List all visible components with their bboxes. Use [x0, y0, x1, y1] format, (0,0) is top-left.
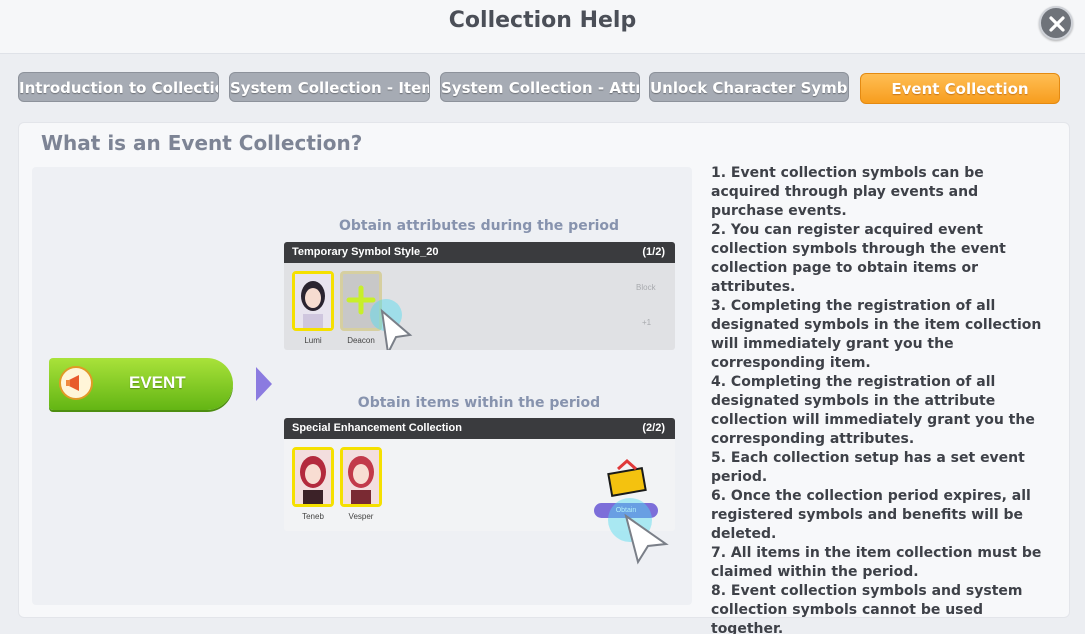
page-title: Collection Help [448, 8, 637, 33]
rule-item: 1. Event collection symbols can be acqui… [711, 165, 984, 219]
chevron-right-icon [256, 367, 272, 401]
character-portrait-icon [295, 450, 331, 504]
close-button[interactable] [1039, 6, 1073, 40]
event-label: EVENT [129, 373, 186, 392]
card-count: (2/2) [642, 422, 665, 434]
rule-item: 5. Each collection setup has a set event… [711, 450, 1025, 485]
rule-item: 3. Completing the registration of all de… [711, 298, 1042, 371]
symbol-name: Vesper [348, 512, 374, 521]
close-icon [1049, 16, 1065, 32]
caption-attributes: Obtain attributes during the period [338, 218, 620, 234]
rule-item: 8. Event collection symbols and system c… [711, 583, 1023, 634]
rule-item: 6. Once the collection period expires, a… [711, 488, 1031, 542]
section-heading: What is an Event Collection? [41, 131, 363, 155]
tab-event-collection[interactable]: Event Collection [860, 73, 1060, 104]
tab-introduction[interactable]: Introduction to Collections [18, 72, 219, 102]
symbol-name: Lumi [304, 336, 322, 345]
gift-box-icon [607, 458, 647, 497]
symbol-card [292, 271, 334, 331]
event-button-illustration: EVENT [49, 358, 233, 410]
rule-item: 2. You can register acquired event colle… [711, 222, 1006, 295]
cursor-icon [370, 299, 413, 350]
attribute-value: +1 [642, 318, 652, 327]
cursor-icon [608, 498, 669, 565]
card-header: Temporary Symbol Style_20 (1/2) [284, 242, 675, 263]
symbol-card [340, 447, 382, 507]
header-bar: Collection Help [0, 0, 1085, 54]
rules-list: 1. Event collection symbols can be acqui… [711, 164, 1051, 634]
attribute-label: Block [636, 283, 656, 292]
card-title: Special Enhancement Collection [292, 422, 462, 434]
rule-item: 4. Completing the registration of all de… [711, 374, 1035, 447]
megaphone-icon [59, 366, 93, 400]
attribute-collection-card: Temporary Symbol Style_20 (1/2) Lumi Dea… [284, 242, 675, 350]
tab-unlock-character-symbol[interactable]: Unlock Character Symbol [649, 72, 849, 102]
caption-items: Obtain items within the period [357, 395, 601, 411]
tab-system-items[interactable]: System Collection - Items [229, 72, 430, 102]
character-portrait-icon [295, 274, 331, 328]
card-title: Temporary Symbol Style_20 [292, 246, 439, 258]
card-count: (1/2) [642, 246, 665, 258]
character-portrait-icon [343, 450, 379, 504]
rule-item: 7. All items in the item collection must… [711, 545, 1042, 580]
tab-system-attributes[interactable]: System Collection - Attribu [440, 72, 640, 102]
symbol-card [292, 447, 334, 507]
card-header: Special Enhancement Collection (2/2) [284, 418, 675, 439]
symbol-name: Teneb [302, 512, 324, 521]
